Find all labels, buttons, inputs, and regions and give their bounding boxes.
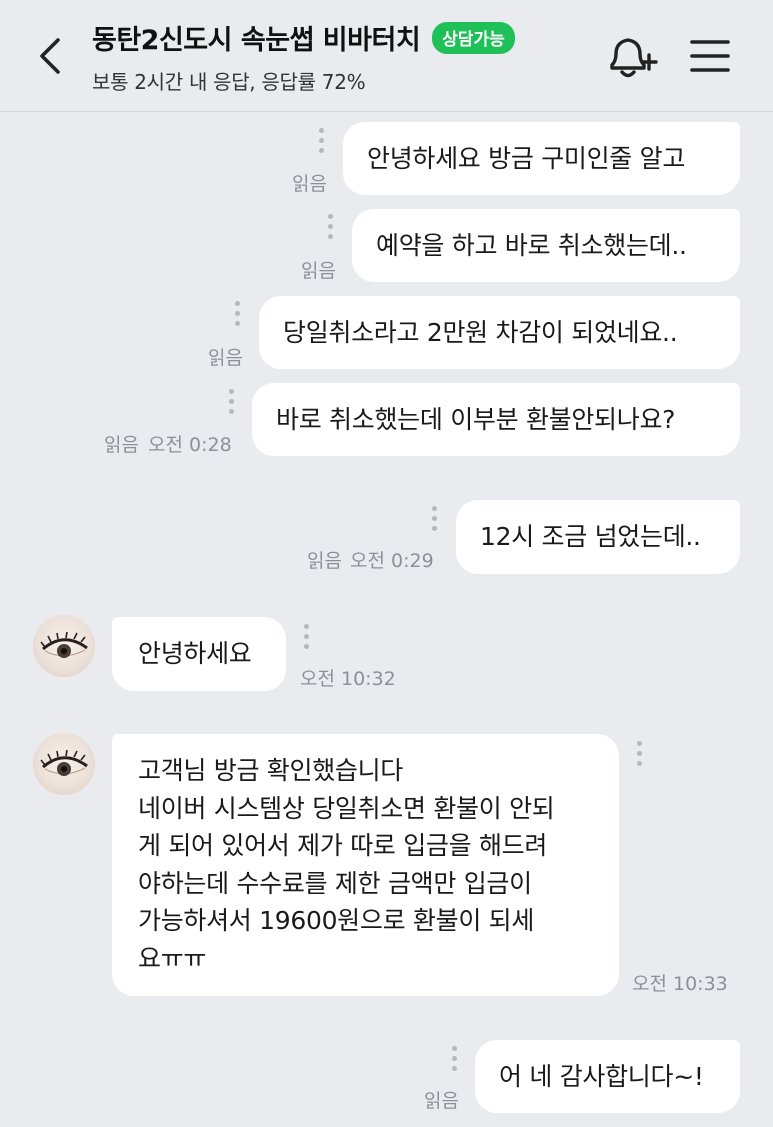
read-status: 읽음 <box>301 260 336 282</box>
message-bubble-outgoing[interactable]: 당일취소라고 2만원 차감이 되었네요.. <box>259 296 740 369</box>
back-chevron-icon[interactable] <box>34 34 70 78</box>
message-bubble-incoming[interactable]: 안녕하세요 <box>112 617 286 691</box>
chat-title: 동탄2신도시 속눈썹 비바터치 <box>92 25 421 56</box>
message-bubble-outgoing[interactable]: 어 네 감사합니다~! <box>475 1040 740 1113</box>
more-options-icon[interactable] <box>228 389 234 419</box>
message-time: 오전 0:29 <box>350 550 434 572</box>
more-options-icon[interactable] <box>327 214 333 244</box>
message-bubble-outgoing[interactable]: 12시 조금 넘었는데.. <box>456 500 740 574</box>
bell-plus-icon[interactable] <box>604 34 658 80</box>
read-status: 읽음 <box>292 173 327 195</box>
more-options-icon[interactable] <box>431 506 437 536</box>
more-options-icon[interactable] <box>636 741 642 771</box>
read-status: 읽음 <box>104 434 139 456</box>
avatar[interactable] <box>33 733 95 795</box>
title-row: 동탄2신도시 속눈썹 비바터치 상담가능 <box>92 18 515 57</box>
read-status: 읽음 <box>307 550 342 572</box>
more-options-icon[interactable] <box>234 301 240 331</box>
status-badge: 상담가능 <box>432 21 515 54</box>
more-options-icon[interactable] <box>451 1046 457 1076</box>
more-options-icon[interactable] <box>303 624 309 654</box>
message-bubble-incoming[interactable]: 고객님 방금 확인했습니다 네이버 시스템상 당일취소면 환불이 안되 게 되어… <box>112 734 619 996</box>
message-time: 오전 10:32 <box>300 668 396 690</box>
eye-icon <box>40 749 88 776</box>
avatar[interactable] <box>33 615 95 677</box>
message-bubble-outgoing[interactable]: 예약을 하고 바로 취소했는데.. <box>352 209 740 282</box>
message-time: 오전 0:28 <box>148 434 232 456</box>
response-info: 보통 2시간 내 응답, 응답률 72% <box>92 70 366 94</box>
more-options-icon[interactable] <box>318 128 324 158</box>
read-status: 읽음 <box>424 1090 459 1112</box>
message-time: 오전 10:33 <box>632 973 728 995</box>
menu-icon[interactable] <box>690 38 730 74</box>
message-bubble-outgoing[interactable]: 바로 취소했는데 이부분 환불안되나요? <box>252 383 740 456</box>
message-bubble-outgoing[interactable]: 안녕하세요 방금 구미인줄 알고 <box>343 122 740 195</box>
read-status: 읽음 <box>208 347 243 369</box>
chat-header: 동탄2신도시 속눈썹 비바터치 상담가능 보통 2시간 내 응답, 응답률 72… <box>0 0 773 112</box>
eye-icon <box>40 631 88 658</box>
